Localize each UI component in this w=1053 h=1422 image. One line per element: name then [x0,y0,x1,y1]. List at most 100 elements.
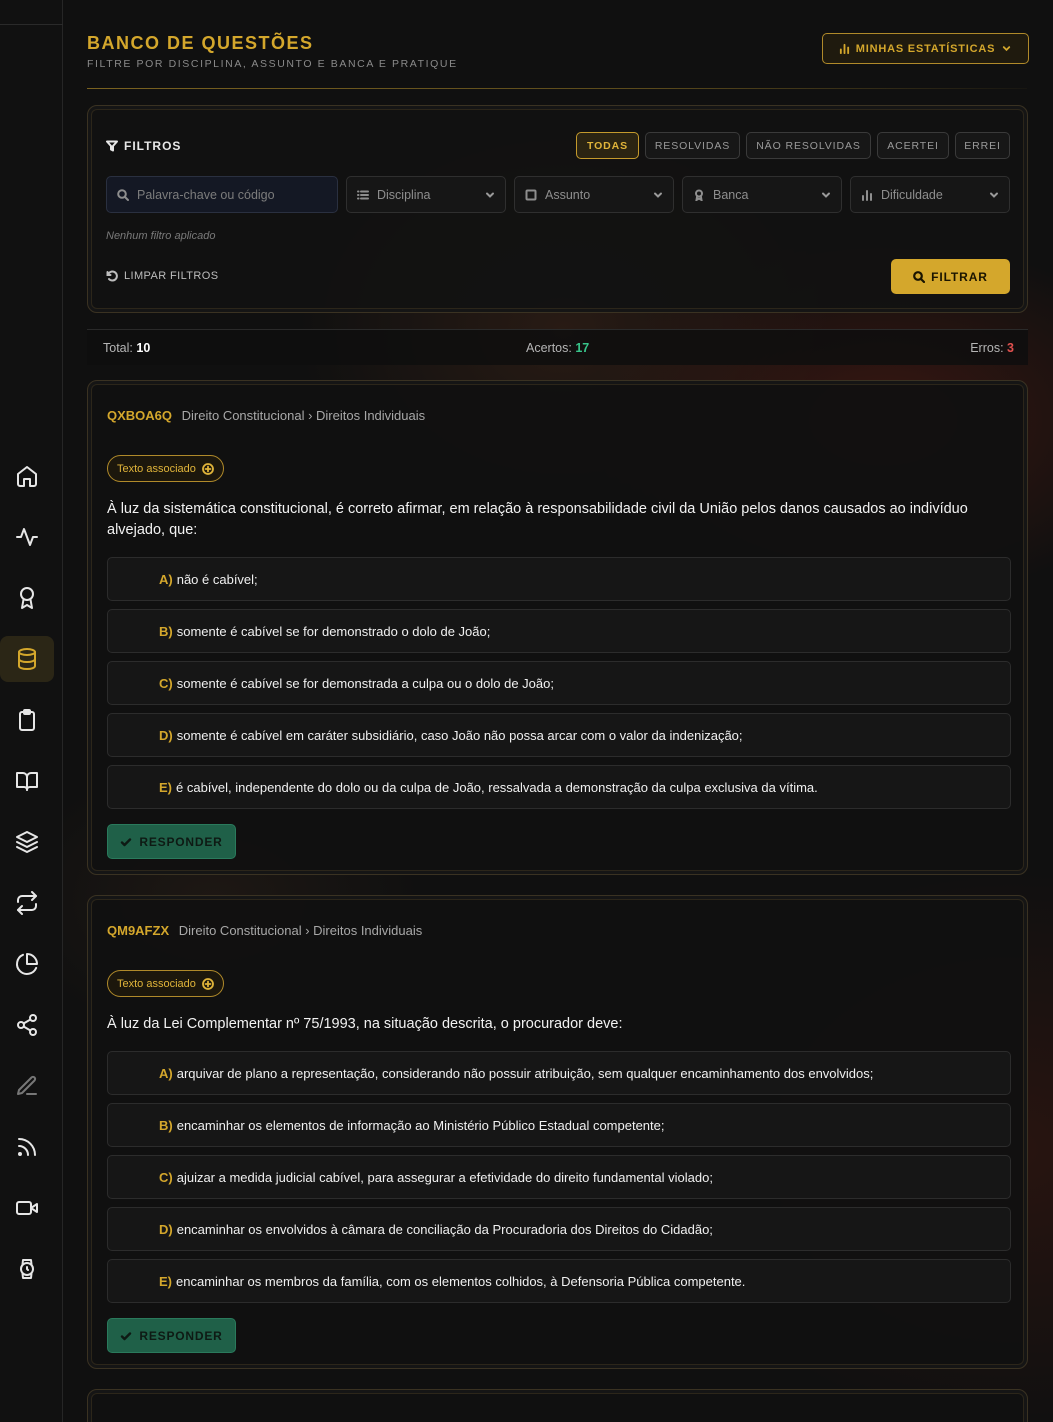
option-text: ajuizar a medida judicial cabível, para … [176,1169,713,1185]
question-code[interactable]: QXBOA6Q [107,408,172,423]
stat-total-label: Total: [103,341,133,355]
option-b[interactable]: B) encaminhar os elementos de informação… [107,1103,1011,1147]
option-text: somente é cabível em caráter subsidiário… [176,727,743,743]
plus-circle-icon [201,462,214,475]
sidebar-item-question-bank[interactable] [0,636,54,682]
option-c[interactable]: C) somente é cabível se for demonstrada … [107,661,1011,705]
option-text: encaminhar os envolvidos à câmara de con… [176,1221,713,1237]
associated-text-button[interactable]: Texto associado [107,970,224,997]
sidebar-item-statistics[interactable] [0,941,54,987]
no-filter-text: Nenhum filtro aplicado [106,230,216,242]
sidebar-item-notes[interactable] [0,1063,54,1109]
discipline-select[interactable]: Disciplina [346,176,506,213]
search-icon [117,188,129,201]
layers-icon [16,831,38,853]
option-text: somente é cabível se for demonstrada a c… [176,675,554,691]
chevron-down-icon [822,192,830,198]
filter-button-label: FILTRAR [931,269,988,284]
option-d[interactable]: D) encaminhar os envolvidos à câmara de … [107,1207,1011,1251]
difficulty-select[interactable]: Dificuldade [850,176,1010,213]
page-title: BANCO DE QUESTÕES [87,33,314,53]
sidebar-item-exams[interactable] [0,697,54,743]
page-subtitle: FILTRE POR DISCIPLINA, ASSUNTO E BANCA E… [87,58,458,70]
clipboard-icon [19,709,35,731]
option-letter: C) [159,1169,173,1185]
database-icon [18,648,36,670]
sidebar-item-activity[interactable] [0,514,54,560]
repeat-icon [17,891,37,915]
board-select[interactable]: Banca [682,176,842,213]
option-letter: E) [159,779,172,795]
option-text: é cabível, independente do dolo ou da cu… [176,779,818,795]
activity-icon [16,528,38,546]
sidebar-item-share[interactable] [0,1002,54,1048]
chevron-down-icon [990,192,998,198]
option-letter: B) [159,623,173,639]
option-b[interactable]: B) somente é cabível se for demonstrado … [107,609,1011,653]
list-icon [357,190,369,199]
question-path: Direito Constitucional › Direitos Indivi… [178,923,423,938]
answer-button[interactable]: RESPONDER [107,824,236,859]
tab-unresolved[interactable]: NÃO RESOLVIDAS [746,132,871,159]
my-statistics-label: MINHAS ESTATÍSTICAS [855,42,996,55]
sidebar-item-home[interactable] [0,453,54,499]
question-code[interactable]: QM9AFZX [107,923,169,938]
option-a[interactable]: A) não é cabível; [107,557,1011,601]
sidebar-item-library[interactable] [0,758,54,804]
sidebar-divider [0,24,63,25]
sidebar-item-review[interactable] [0,880,54,926]
subject-select[interactable]: Assunto [514,176,674,213]
tab-correct[interactable]: ACERTEI [877,132,949,159]
pen-icon [17,1075,37,1095]
stat-wrong-value: 3 [1007,341,1014,355]
clear-filters-label: LIMPAR FILTROS [124,270,219,282]
option-c[interactable]: C) ajuizar a medida judicial cabível, pa… [107,1155,1011,1199]
bar-chart-icon [839,43,849,54]
search-icon [913,270,926,283]
option-letter: E) [159,1273,172,1289]
sidebar-item-achievements[interactable] [0,575,54,621]
chevron-down-icon [486,192,494,198]
stat-correct-value: 17 [575,341,590,355]
option-letter: C) [159,675,173,691]
stat-wrong-label: Erros: [970,341,1004,355]
my-statistics-button[interactable]: MINHAS ESTATÍSTICAS [822,33,1029,64]
stats-row: Total: 10 Acertos: 17 Erros: 3 [87,329,1028,365]
watch-icon [20,1259,34,1279]
tab-wrong[interactable]: ERREI [955,132,1010,159]
option-text: não é cabível; [176,571,258,587]
sidebar-item-flashcards[interactable] [0,819,54,865]
option-text: somente é cabível se for demonstrado o d… [176,623,491,639]
search-input[interactable] [137,187,327,202]
option-letter: B) [159,1117,173,1133]
plus-circle-icon [201,977,214,990]
option-a[interactable]: A) arquivar de plano a representação, co… [107,1051,1011,1095]
chevron-down-icon [654,192,662,198]
sidebar-item-timer[interactable] [0,1246,54,1292]
answer-button[interactable]: RESPONDER [107,1318,236,1353]
answer-button-label: RESPONDER [139,834,223,849]
question-statement: À luz da sistemática constitucional, é c… [107,501,968,538]
video-icon [16,1201,38,1215]
book-open-icon [16,772,38,791]
question-card: QXBOA6Q Direito Constitucional › Direito… [87,380,1028,875]
pie-chart-icon [16,953,38,975]
funnel-icon [106,140,118,152]
option-e[interactable]: E) encaminhar os membros da família, com… [107,1259,1011,1303]
clear-filters-button[interactable]: LIMPAR FILTROS [106,270,218,282]
question-path: Direito Constitucional › Direitos Indivi… [181,408,426,423]
option-e[interactable]: E) é cabível, independente do dolo ou da… [107,765,1011,809]
associated-text-button[interactable]: Texto associado [107,455,224,482]
tab-all[interactable]: TODAS [576,132,639,159]
search-field [106,176,338,213]
check-icon [121,1331,132,1340]
sidebar-item-videos[interactable] [0,1185,54,1231]
tab-resolved[interactable]: RESOLVIDAS [645,132,740,159]
share-icon [17,1014,37,1036]
sidebar-item-feed[interactable] [0,1124,54,1170]
option-d[interactable]: D) somente é cabível em caráter subsidiá… [107,713,1011,757]
filter-button[interactable]: FILTRAR [891,259,1010,294]
associated-text-label: Texto associado [117,462,196,475]
option-text: encaminhar os elementos de informação ao… [176,1117,665,1133]
chevron-down-icon [1003,46,1011,52]
